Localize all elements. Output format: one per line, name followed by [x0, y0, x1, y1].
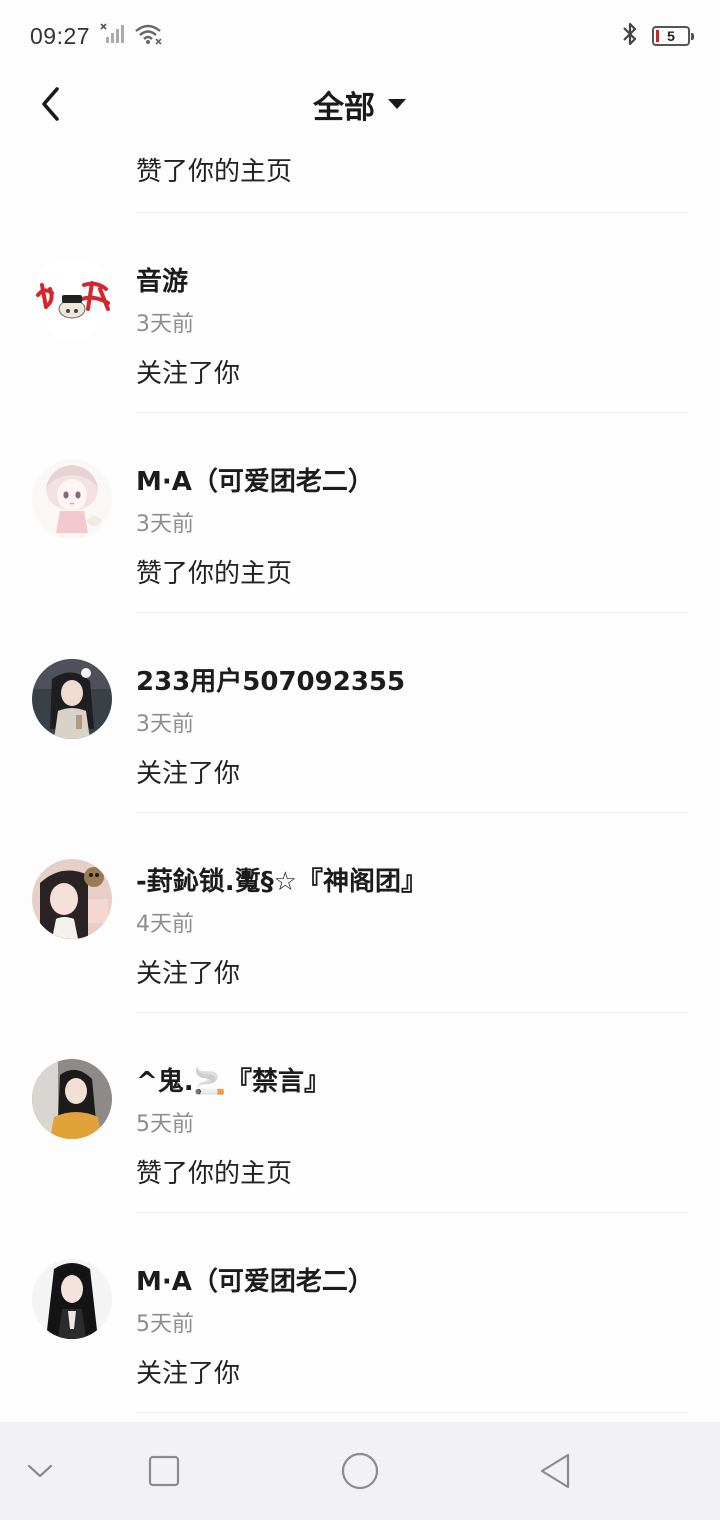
action-text: 关注了你: [136, 759, 241, 789]
user-name[interactable]: 233用户507092355: [136, 661, 405, 698]
collapse-down-icon[interactable]: [16, 1447, 64, 1495]
filter-dropdown[interactable]: 全部: [313, 82, 407, 127]
back-chevron-icon: [42, 87, 59, 121]
user-name[interactable]: -葑鈊锁.魙§☆『神阁团』: [136, 861, 427, 898]
header: 全部: [0, 72, 720, 136]
time-ago: 5天前: [136, 1112, 194, 1137]
recents-square-icon[interactable]: [140, 1447, 188, 1495]
anime-girl-avatar[interactable]: [32, 459, 112, 539]
wifi-icon: [134, 23, 162, 49]
time-ago: 5天前: [136, 1312, 194, 1337]
user-name[interactable]: M·A（可爱团老二）: [136, 461, 374, 498]
back-triangle-icon[interactable]: [532, 1447, 580, 1495]
bluetooth-icon: [620, 21, 640, 51]
user-name[interactable]: ^鬼.🚬『禁言』: [136, 1061, 330, 1098]
action-text: 赞了你的主页: [136, 157, 293, 187]
action-text: 关注了你: [136, 959, 241, 989]
red-calligraphy-avatar[interactable]: [32, 259, 112, 339]
yellow-shirt-girl-avatar[interactable]: [32, 1059, 112, 1139]
home-circle-icon[interactable]: [336, 1447, 384, 1495]
list-item[interactable]: M·A（可爱团老二） 3天前 赞了你的主页: [0, 413, 720, 613]
dark-hair-girl-avatar[interactable]: [32, 659, 112, 739]
list-item[interactable]: ^鬼.🚬『禁言』 5天前 赞了你的主页: [0, 1013, 720, 1213]
action-text: 关注了你: [136, 359, 241, 389]
action-text: 赞了你的主页: [136, 1159, 293, 1189]
action-text: 关注了你: [136, 1359, 241, 1389]
list-item[interactable]: M·A（可爱团老二） 5天前 关注了你: [0, 1213, 720, 1413]
page-title: 全部: [313, 89, 375, 126]
system-nav-bar: [0, 1422, 720, 1520]
caret-down-icon: [388, 99, 406, 109]
status-right: 5: [620, 21, 694, 51]
status-left: 09:27: [30, 23, 162, 50]
status-time: 09:27: [30, 22, 91, 49]
user-name[interactable]: 音游: [136, 261, 188, 298]
time-ago: 4天前: [136, 912, 194, 937]
status-bar: 09:27 5: [0, 0, 720, 72]
list-item[interactable]: 音游 3天前 关注了你: [0, 213, 720, 413]
list-item[interactable]: -葑鈊锁.魙§☆『神阁团』 4天前 关注了你: [0, 813, 720, 1013]
list-item[interactable]: 233用户507092355 3天前 关注了你: [0, 613, 720, 813]
time-ago: 3天前: [136, 512, 194, 537]
back-button[interactable]: [30, 84, 70, 124]
time-ago: 3天前: [136, 712, 194, 737]
black-hair-girl-avatar[interactable]: [32, 1259, 112, 1339]
time-ago: 3天前: [136, 312, 194, 337]
list-item-partial[interactable]: 赞了你的主页: [0, 136, 720, 213]
divider: [136, 1412, 688, 1413]
user-name[interactable]: M·A（可爱团老二）: [136, 1261, 374, 1298]
signal-off-icon: [100, 23, 125, 49]
action-text: 赞了你的主页: [136, 559, 293, 589]
battery-icon: 5: [652, 26, 694, 46]
notification-list: 赞了你的主页 音游 3天前 关注了你 M·A（可爱团老二） 3天前 赞了你的主页…: [0, 136, 720, 1413]
notifications-screen: 09:27 5 全部 赞了你的主页 音游 3天前 关注了你 M·A（可爱团老二）…: [0, 0, 720, 1520]
selfie-girl-avatar[interactable]: [32, 859, 112, 939]
